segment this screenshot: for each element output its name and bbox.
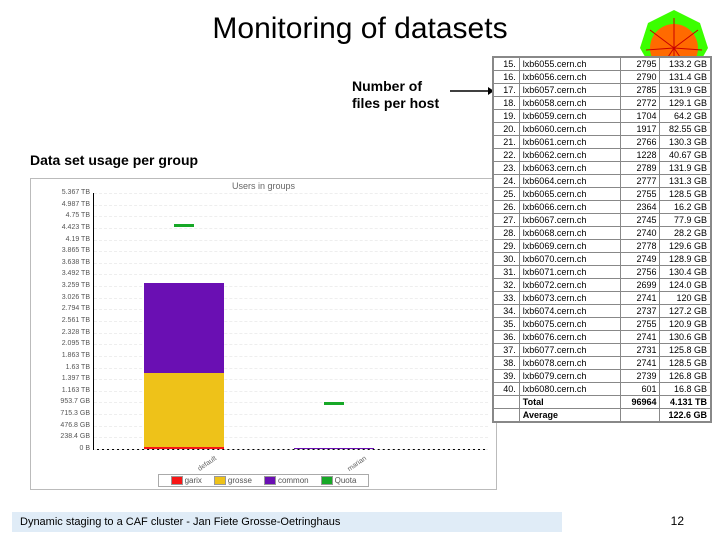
table-row: 22.lxb6062.cern.ch122840.67 GB: [494, 149, 711, 162]
table-row: 33.lxb6073.cern.ch2741120 GB: [494, 292, 711, 305]
table-row: 36.lxb6076.cern.ch2741130.6 GB: [494, 331, 711, 344]
page-title: Monitoring of datasets: [0, 12, 720, 46]
y-tick: 1.863 TB: [40, 352, 90, 359]
footer-bar: Dynamic staging to a CAF cluster - Jan F…: [12, 512, 562, 532]
table-row: 32.lxb6072.cern.ch2699124.0 GB: [494, 279, 711, 292]
chart-users-in-groups: Users in groups 0 B 238.4 GB 476.8 GB 715.3…: [30, 178, 497, 490]
table-row: 25.lxb6065.cern.ch2755128.5 GB: [494, 188, 711, 201]
table-row: 17.lxb6057.cern.ch2785131.9 GB: [494, 84, 711, 97]
y-tick: 1.397 TB: [40, 375, 90, 382]
host-table: 15.lxb6055.cern.ch2795133.2 GB16.lxb6056…: [492, 56, 712, 423]
y-tick: 1.163 TB: [40, 387, 90, 394]
chart-legend: garixgrossecommonQuota: [31, 474, 496, 487]
y-tick: 4.19 TB: [40, 236, 90, 243]
label-number-of-files: Number offiles per host: [352, 78, 439, 112]
table-row: 37.lxb6077.cern.ch2731125.8 GB: [494, 344, 711, 357]
label-dataset-usage: Data set usage per group: [30, 152, 198, 168]
table-row: 26.lxb6066.cern.ch236416.2 GB: [494, 201, 711, 214]
y-tick: 476.8 GB: [40, 422, 90, 429]
y-tick: 2.561 TB: [40, 317, 90, 324]
y-tick: 3.259 TB: [40, 282, 90, 289]
y-tick: 1.63 TB: [40, 364, 90, 371]
chart-title: Users in groups: [31, 179, 496, 193]
y-tick: 3.638 TB: [40, 259, 90, 266]
page-number: 12: [671, 514, 684, 528]
table-row: 15.lxb6055.cern.ch2795133.2 GB: [494, 58, 711, 71]
y-tick: 715.3 GB: [40, 410, 90, 417]
y-tick: 2.328 TB: [40, 329, 90, 336]
table-row: 18.lxb6058.cern.ch2772129.1 GB: [494, 97, 711, 110]
table-row: 23.lxb6063.cern.ch2789131.9 GB: [494, 162, 711, 175]
table-row: 31.lxb6071.cern.ch2756130.4 GB: [494, 266, 711, 279]
y-tick: 3.865 TB: [40, 247, 90, 254]
table-row: 20.lxb6060.cern.ch191782.55 GB: [494, 123, 711, 136]
y-tick: 2.794 TB: [40, 305, 90, 312]
y-tick: 5.367 TB: [40, 189, 90, 196]
table-row: 16.lxb6056.cern.ch2790131.4 GB: [494, 71, 711, 84]
table-row: 30.lxb6070.cern.ch2749128.9 GB: [494, 253, 711, 266]
table-row: 39.lxb6079.cern.ch2739126.8 GB: [494, 370, 711, 383]
y-tick: 0 B: [40, 445, 90, 452]
y-tick: 3.492 TB: [40, 270, 90, 277]
table-row: 28.lxb6068.cern.ch274028.2 GB: [494, 227, 711, 240]
y-tick: 4.75 TB: [40, 212, 90, 219]
y-tick: 953.7 GB: [40, 398, 90, 405]
y-tick: 2.095 TB: [40, 340, 90, 347]
table-row: 24.lxb6064.cern.ch2777131.3 GB: [494, 175, 711, 188]
footer-text: Dynamic staging to a CAF cluster - Jan F…: [20, 516, 340, 528]
table-row: 35.lxb6075.cern.ch2755120.9 GB: [494, 318, 711, 331]
table-row: 40.lxb6080.cern.ch60116.8 GB: [494, 383, 711, 396]
arrow-icon: [450, 85, 494, 87]
table-row: 27.lxb6067.cern.ch274577.9 GB: [494, 214, 711, 227]
table-row: 29.lxb6069.cern.ch2778129.6 GB: [494, 240, 711, 253]
table-average: Average122.6 GB: [494, 409, 711, 422]
table-row: 21.lxb6061.cern.ch2766130.3 GB: [494, 136, 711, 149]
y-tick: 4.423 TB: [40, 224, 90, 231]
y-tick: 4.987 TB: [40, 201, 90, 208]
table-total: Total969644.131 TB: [494, 396, 711, 409]
table-row: 19.lxb6059.cern.ch170464.2 GB: [494, 110, 711, 123]
table-row: 38.lxb6078.cern.ch2741128.5 GB: [494, 357, 711, 370]
y-tick: 3.026 TB: [40, 294, 90, 301]
table-row: 34.lxb6074.cern.ch2737127.2 GB: [494, 305, 711, 318]
y-tick: 238.4 GB: [40, 433, 90, 440]
